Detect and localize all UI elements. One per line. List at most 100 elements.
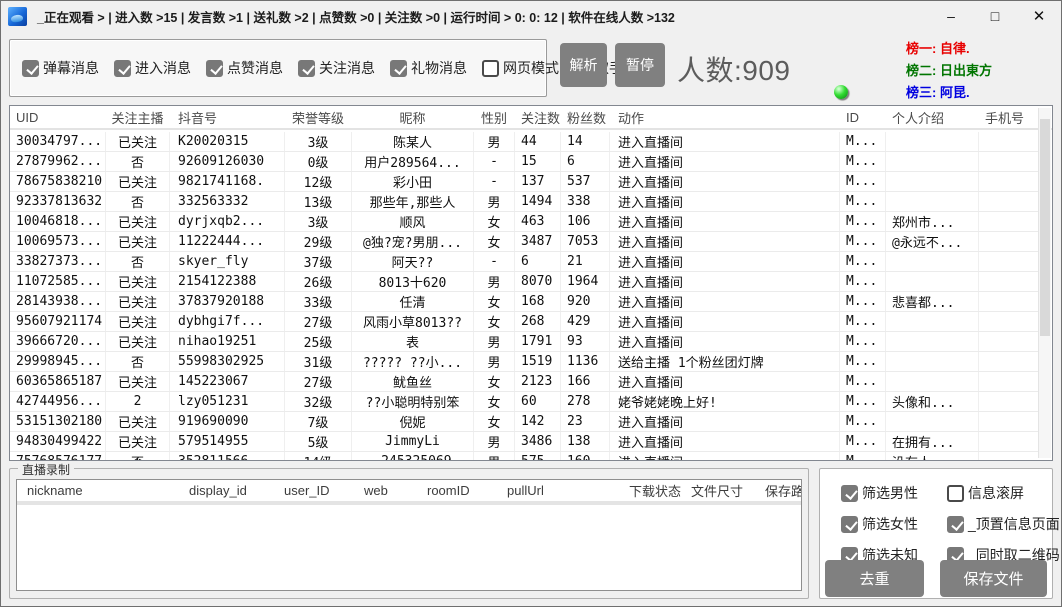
table-row[interactable]: 42744956...2lzy05123132级??小聪明特别笨女60278姥爷… bbox=[10, 392, 1038, 412]
cell-gender: 女 bbox=[474, 292, 515, 311]
checkbox-info-scroll[interactable]: 信息滚屏 bbox=[947, 483, 1060, 503]
pin-info-page-checkbox-icon bbox=[947, 516, 964, 533]
column-header-nickname[interactable]: 昵称 bbox=[352, 106, 474, 128]
recording-list: nicknamedisplay_iduser_IDwebroomIDpullUr… bbox=[16, 479, 802, 591]
parse-button[interactable]: 解析 bbox=[560, 43, 607, 87]
cell-follow-status: 已关注 bbox=[106, 232, 170, 251]
checkbox-label: 点赞消息 bbox=[227, 58, 283, 78]
table-row[interactable]: 33827373...否skyer_fly37级阿天??-621进入直播间M..… bbox=[10, 252, 1038, 272]
cell-fan-count: 93 bbox=[561, 332, 610, 351]
table-row[interactable]: 11072585...已关注215412238826级8013十620男8070… bbox=[10, 272, 1038, 292]
cell-follow-status: 已关注 bbox=[106, 132, 170, 151]
table-row[interactable]: 10069573...已关注11222444...29级@独?宠?男朋...女3… bbox=[10, 232, 1038, 252]
dedupe-button[interactable]: 去重 bbox=[825, 560, 924, 597]
cell-douyin-id: 145223067 bbox=[170, 372, 285, 391]
cell-action: 进入直播间 bbox=[610, 412, 840, 431]
cell-bio bbox=[886, 252, 979, 271]
message-filter-panel: 弹幕消息进入消息点赞消息关注消息礼物消息网页模式取手机号 bbox=[9, 39, 547, 97]
table-row[interactable]: 92337813632否33256333213级那些年,那些人男1494338进… bbox=[10, 192, 1038, 212]
cell-nickname: ????? ??小... bbox=[352, 352, 474, 371]
leaderboard: 榜一: 自律. 榜二: 日出東方 榜三: 阿昆. bbox=[906, 38, 992, 104]
table-row[interactable]: 39666720...已关注nihao1925125级表男179193进入直播间… bbox=[10, 332, 1038, 352]
close-button[interactable]: ✕ bbox=[1017, 1, 1061, 31]
table-row[interactable]: 53151302180已关注9196900907级倪妮女14223进入直播间M.… bbox=[10, 412, 1038, 432]
cell-uid: 60365865187 bbox=[10, 372, 106, 391]
column-header-follow-count[interactable]: 关注数 bbox=[515, 106, 561, 128]
recording-column-header: nickname bbox=[17, 483, 179, 498]
cell-id: M... bbox=[840, 412, 886, 431]
cell-gender: 男 bbox=[474, 132, 515, 151]
column-header-honor-level[interactable]: 荣誉等级 bbox=[285, 106, 352, 128]
checkbox-pin-info-page[interactable]: _顶置信息页面 bbox=[947, 514, 1060, 534]
checkbox-filter-male[interactable]: 筛选男性 bbox=[841, 483, 945, 503]
cell-action: 进入直播间 bbox=[610, 152, 840, 171]
checkbox-gift-message[interactable]: 礼物消息 bbox=[390, 58, 467, 78]
cell-follow-status: 已关注 bbox=[106, 272, 170, 291]
checkbox-danmu-message[interactable]: 弹幕消息 bbox=[22, 58, 99, 78]
cell-uid: 11072585... bbox=[10, 272, 106, 291]
cell-nickname: 顺风 bbox=[352, 212, 474, 231]
save-file-button[interactable]: 保存文件 bbox=[940, 560, 1047, 597]
table-row[interactable]: 27879962...否926091260300级用户289564...-156… bbox=[10, 152, 1038, 172]
cell-action: 进入直播间 bbox=[610, 132, 840, 151]
recording-column-header: 文件尺寸 bbox=[681, 481, 755, 500]
table-row[interactable]: 94830499422已关注5795149555级JimmyLi男3486138… bbox=[10, 432, 1038, 452]
recording-panel-title: 直播录制 bbox=[18, 461, 74, 478]
table-row[interactable]: 78675838210已关注9821741168.12级彩小田-137537进入… bbox=[10, 172, 1038, 192]
cell-nickname: 8013十620 bbox=[352, 272, 474, 291]
column-header-action[interactable]: 动作 bbox=[610, 106, 840, 128]
minimize-button[interactable]: – bbox=[929, 1, 973, 31]
cell-phone bbox=[979, 412, 1038, 431]
checkbox-web-mode[interactable]: 网页模式 bbox=[482, 58, 559, 78]
checkbox-follow-message[interactable]: 关注消息 bbox=[298, 58, 375, 78]
column-header-uid[interactable]: UID bbox=[10, 106, 106, 128]
titlebar: _正在观看 > | 进入数 >15 | 发言数 >1 | 送礼数 >2 | 点赞… bbox=[1, 1, 1061, 31]
column-header-gender[interactable]: 性别 bbox=[474, 106, 515, 128]
scrollbar-thumb[interactable] bbox=[1040, 119, 1050, 336]
cell-phone bbox=[979, 152, 1038, 171]
cell-honor-level: 31级 bbox=[285, 352, 352, 371]
cell-gender: 男 bbox=[474, 192, 515, 211]
checkbox-like-message[interactable]: 点赞消息 bbox=[206, 58, 283, 78]
cell-fan-count: 160 bbox=[561, 452, 610, 461]
column-header-follow-status[interactable]: 关注主播 bbox=[106, 106, 170, 128]
cell-phone bbox=[979, 432, 1038, 451]
cell-douyin-id: 332563332 bbox=[170, 192, 285, 211]
cell-phone bbox=[979, 372, 1038, 391]
leaderboard-rank2: 榜二: 日出東方 bbox=[906, 60, 992, 82]
table-row[interactable]: 29998945...否5599830292531级????? ??小...男1… bbox=[10, 352, 1038, 372]
checkbox-enter-message[interactable]: 进入消息 bbox=[114, 58, 191, 78]
cell-nickname: 彩小田 bbox=[352, 172, 474, 191]
leaderboard-rank1: 榜一: 自律. bbox=[906, 38, 992, 60]
cell-honor-level: 27级 bbox=[285, 312, 352, 331]
column-header-id[interactable]: ID bbox=[840, 106, 886, 128]
cell-gender: 男 bbox=[474, 432, 515, 451]
cell-honor-level: 37级 bbox=[285, 252, 352, 271]
checkbox-filter-female[interactable]: 筛选女性 bbox=[841, 514, 945, 534]
table-row[interactable]: 75768576177否35281156614级_245325069男57516… bbox=[10, 452, 1038, 461]
like-message-checkbox-icon bbox=[206, 60, 223, 77]
cell-douyin-id: 92609126030 bbox=[170, 152, 285, 171]
pause-button[interactable]: 暂停 bbox=[615, 43, 665, 87]
options-checkbox-grid: 筛选男性信息滚屏筛选女性_顶置信息页面筛选未知_同时取二维码 bbox=[841, 483, 1060, 565]
cell-douyin-id: 37837920188 bbox=[170, 292, 285, 311]
column-header-fan-count[interactable]: 粉丝数 bbox=[561, 106, 610, 128]
cell-douyin-id: K20020315 bbox=[170, 132, 285, 151]
cell-fan-count: 21 bbox=[561, 252, 610, 271]
maximize-button[interactable]: □ bbox=[973, 1, 1017, 31]
table-row[interactable]: 95607921174已关注dybhgi7f...27级风雨小草8013??女2… bbox=[10, 312, 1038, 332]
app-icon bbox=[8, 7, 27, 26]
cell-id: M... bbox=[840, 172, 886, 191]
column-header-bio[interactable]: 个人介绍 bbox=[886, 106, 979, 128]
table-row[interactable]: 28143938...已关注3783792018833级任清女168920进入直… bbox=[10, 292, 1038, 312]
checkbox-label: 弹幕消息 bbox=[43, 58, 99, 78]
cell-follow-count: 8070 bbox=[515, 272, 561, 291]
cell-fan-count: 6 bbox=[561, 152, 610, 171]
table-scrollbar[interactable] bbox=[1038, 108, 1051, 458]
table-row[interactable]: 10046818...已关注dyrjxqb2...3级顺风女463106进入直播… bbox=[10, 212, 1038, 232]
table-row[interactable]: 30034797...已关注K200203153级陈某人男4414进入直播间M.… bbox=[10, 132, 1038, 152]
column-header-douyin-id[interactable]: 抖音号 bbox=[170, 106, 285, 128]
cell-douyin-id: lzy051231 bbox=[170, 392, 285, 411]
cell-gender: 女 bbox=[474, 412, 515, 431]
table-row[interactable]: 60365865187已关注14522306727级鱿鱼丝女2123166进入直… bbox=[10, 372, 1038, 392]
